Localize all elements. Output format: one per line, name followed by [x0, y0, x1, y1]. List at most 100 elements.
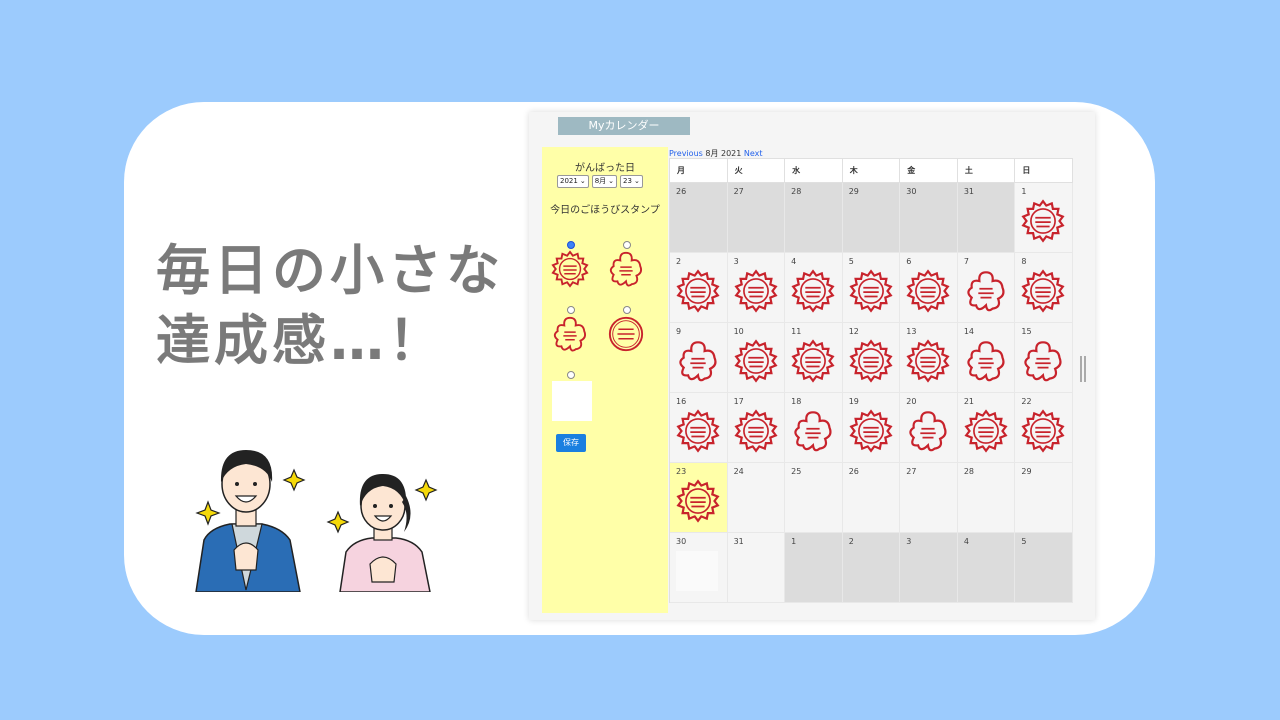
weekday-header: 金: [900, 159, 958, 183]
day-cell[interactable]: 26: [670, 183, 728, 253]
day-number: 27: [733, 187, 744, 196]
day-cell[interactable]: 3: [900, 533, 958, 603]
stamp-option-blank[interactable]: [552, 381, 592, 421]
day-cell[interactable]: 31: [957, 183, 1016, 253]
day-cell[interactable]: 8: [1015, 253, 1073, 323]
day-cell[interactable]: 7: [957, 253, 1016, 323]
stamp-gear-icon: [791, 339, 835, 383]
chevron-down-icon: ⌄: [633, 177, 640, 185]
day-cell[interactable]: 28: [957, 463, 1016, 533]
day-cell[interactable]: 1: [1015, 183, 1073, 253]
resize-handle[interactable]: [1080, 356, 1086, 382]
day-cell[interactable]: 30: [670, 533, 728, 603]
day-cell[interactable]: 28: [785, 183, 843, 253]
stamp-option-gear[interactable]: [551, 250, 589, 288]
day-cell[interactable]: 4: [785, 253, 843, 323]
stamp-flower-icon: [909, 411, 947, 452]
stamp-gear-icon: [1021, 409, 1065, 453]
stamp-flower-icon: [553, 316, 587, 352]
day-number: 15: [1021, 327, 1032, 336]
stamp-option-circle[interactable]: [607, 315, 645, 353]
day-number: 3: [733, 257, 739, 266]
day-cell[interactable]: 14: [957, 323, 1016, 393]
day-cell[interactable]: 31: [727, 533, 786, 603]
day-cell[interactable]: 9: [670, 323, 728, 393]
day-number: 30: [906, 187, 917, 196]
day-number: 28: [963, 467, 975, 476]
day-number: 17: [733, 397, 744, 406]
date-label: がんばった日: [575, 163, 635, 174]
previous-link[interactable]: Previous: [669, 149, 703, 158]
year-select[interactable]: 2021 ⌄: [557, 175, 589, 188]
day-cell[interactable]: 18: [785, 393, 843, 463]
day-cell[interactable]: 3: [727, 253, 786, 323]
day-number: 20: [906, 397, 917, 406]
day-cell[interactable]: 5: [1015, 533, 1073, 603]
day-cell[interactable]: 6: [900, 253, 958, 323]
day-select[interactable]: 23 ⌄: [620, 175, 643, 188]
next-link[interactable]: Next: [744, 149, 763, 158]
day-cell[interactable]: 29: [842, 183, 901, 253]
stamp-radio-4[interactable]: [623, 306, 631, 314]
month-select[interactable]: 8月 ⌄: [591, 175, 618, 188]
day-cell[interactable]: 13: [900, 323, 958, 393]
chevron-down-icon: ⌄: [579, 177, 586, 185]
month-value: 8月: [594, 177, 607, 185]
stamp-gear-icon: [1021, 199, 1065, 243]
day-cell[interactable]: 2: [670, 253, 728, 323]
day-cell[interactable]: 15: [1015, 323, 1073, 393]
stamp-gear-icon: [734, 409, 778, 453]
day-cell[interactable]: 26: [842, 463, 901, 533]
date-selects: 2021 ⌄ 8月 ⌄ 23 ⌄: [557, 175, 643, 188]
day-cell[interactable]: 5: [842, 253, 901, 323]
day-cell[interactable]: 22: [1015, 393, 1073, 463]
headline-line-2: 達成感…！: [156, 309, 446, 372]
stamp-gear-icon: [551, 250, 589, 288]
day-number: 2: [848, 537, 854, 546]
day-cell[interactable]: 25: [785, 463, 843, 533]
day-number: 18: [791, 397, 802, 406]
day-cell[interactable]: 24: [727, 463, 786, 533]
day-number: 24: [733, 467, 744, 476]
people-illustration: [195, 450, 438, 592]
stamp-flower-icon: [609, 251, 643, 287]
stamp-gear-icon: [964, 409, 1008, 453]
day-cell[interactable]: 21: [957, 393, 1016, 463]
stamp-option-flower[interactable]: [607, 250, 645, 288]
day-number: 16: [676, 397, 687, 406]
day-cell[interactable]: 27: [900, 463, 958, 533]
day-cell[interactable]: 29: [1015, 463, 1073, 533]
day-cell-today[interactable]: 23: [670, 463, 728, 533]
stamp-gear-icon: [791, 269, 835, 313]
day-cell[interactable]: 1: [785, 533, 843, 603]
day-cell[interactable]: 17: [727, 393, 786, 463]
day-cell[interactable]: 12: [842, 323, 901, 393]
sparkle-icon: [282, 468, 306, 492]
day-cell[interactable]: 4: [957, 533, 1016, 603]
day-cell[interactable]: 19: [842, 393, 901, 463]
day-number: 23: [676, 467, 687, 476]
day-cell[interactable]: 10: [727, 323, 786, 393]
day-cell[interactable]: 11: [785, 323, 843, 393]
stamp-option-flower-2[interactable]: [551, 315, 589, 353]
day-cell[interactable]: 30: [900, 183, 958, 253]
day-number: 1: [791, 537, 797, 546]
stamp-radio-2[interactable]: [623, 241, 631, 249]
day-number: 5: [1021, 537, 1027, 546]
save-button[interactable]: 保存: [556, 434, 586, 452]
day-number: 6: [906, 257, 912, 266]
sparkle-icon: [195, 500, 221, 526]
day-cell[interactable]: 20: [900, 393, 958, 463]
day-cell[interactable]: 27: [727, 183, 786, 253]
stamp-radio-1[interactable]: [567, 241, 575, 249]
day-cell[interactable]: 16: [670, 393, 728, 463]
day-number: 3: [906, 537, 912, 546]
stamp-radio-3[interactable]: [567, 306, 575, 314]
man-figure: [195, 450, 301, 592]
day-number: 26: [676, 187, 687, 196]
stamp-gear-icon: [906, 339, 950, 383]
day-number: 10: [733, 327, 744, 336]
day-cell[interactable]: 2: [842, 533, 901, 603]
stamp-radio-5[interactable]: [567, 371, 575, 379]
headline: 毎日の小さな 達成感…！: [156, 236, 504, 376]
